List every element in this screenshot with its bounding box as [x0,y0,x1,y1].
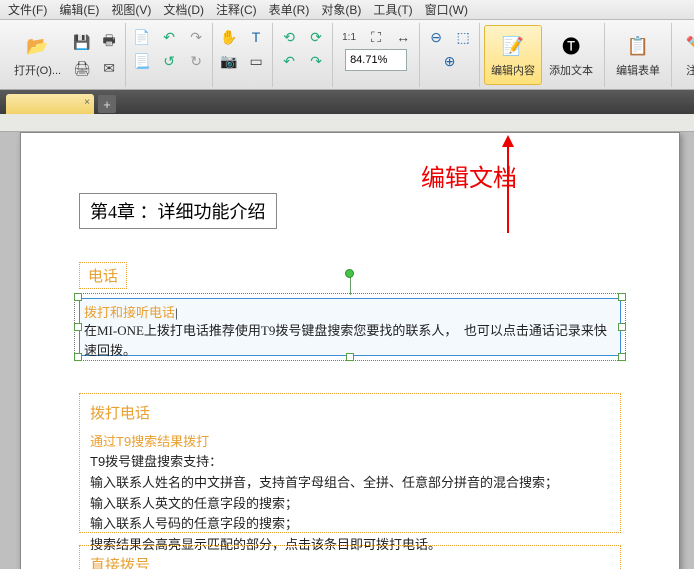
chapter-title[interactable]: 第4章 ：详细功能介绍 [79,193,277,229]
resize-handle[interactable] [618,323,626,331]
selected-text-title[interactable]: 拨打和接听电话 [80,299,620,321]
info-box-1[interactable]: 拨打电话 通过T9搜索结果拨打 T9拨号键盘搜索支持： 输入联系人姓名的中文拼音… [79,393,621,533]
page-icon[interactable]: 📃 [130,49,154,73]
edit-form-button[interactable]: 📋 编辑表单 [609,25,667,85]
menu-form[interactable]: 表单(R) [269,1,310,18]
hand-icon[interactable]: ✋ [217,25,241,49]
redo-icon[interactable]: ↷ [184,25,208,49]
menu-comment[interactable]: 注释(C) [216,1,257,18]
box-line: 输入联系人号码的任意字段的搜索； [90,514,610,535]
zoom-out-icon[interactable]: ⊖ [424,25,448,49]
menu-tool[interactable]: 工具(T) [373,1,412,18]
print-icon[interactable]: 🖶 [97,30,121,54]
add-text-icon: 🅣 [557,32,585,60]
box-title: 直接拨号 [90,554,610,569]
annotate-icon: ✏️ [683,32,694,60]
menu-edit[interactable]: 编辑(E) [59,1,99,18]
rotate-line [350,277,351,295]
page[interactable]: 第4章 ：详细功能介绍 电话 拨打和接听电话 在MI-ONE上拨打电话推荐使用T… [20,132,680,569]
add-text-button[interactable]: 🅣 添加文本 [542,25,600,85]
phone-label[interactable]: 电话 [79,262,127,289]
resize-handle[interactable] [618,293,626,301]
fit-page-icon[interactable]: ⛶ [364,25,388,49]
menu-view[interactable]: 视图(V) [111,1,151,18]
ruler [0,114,694,132]
rotate-handle[interactable] [345,269,354,278]
save-icon[interactable]: 💾 [70,30,94,54]
box-subtitle: 通过T9搜索结果拨打 [90,431,610,450]
menu-doc[interactable]: 文档(D) [163,1,204,18]
add-tab-button[interactable]: + [98,95,116,113]
toolbar: 📂 打开(O)... 💾 🖶 🖨 ✉ 📄 ↶ ↷ 📃 ↺ ↻ ✋ [0,20,694,90]
menu-file[interactable]: 文件(F) [8,1,47,18]
zoom-input[interactable] [345,49,407,71]
box-title: 拨打电话 [90,402,610,423]
printer-icon[interactable]: 🖨 [70,56,94,80]
open-button[interactable]: 📂 打开(O)... [7,25,68,85]
resize-handle[interactable] [74,293,82,301]
menu-window[interactable]: 窗口(W) [425,1,468,18]
menubar: 文件(F) 编辑(E) 视图(V) 文档(D) 注释(C) 表单(R) 对象(B… [0,0,694,20]
fit-width-icon[interactable]: ↔ [391,25,415,49]
actual-size-icon[interactable]: 1:1 [337,25,361,49]
info-box-2[interactable]: 直接拨号 拨号：直接输入号码后，按"呼叫"按钮拨出电话 [79,545,621,569]
text-select-icon[interactable]: T [244,25,268,49]
email-icon[interactable]: ✉ [97,56,121,80]
close-tab-icon[interactable]: × [84,97,90,108]
box-line: T9拨号键盘搜索支持： [90,452,610,473]
edit-content-icon: 📝 [499,32,527,60]
undo-icon[interactable]: ↶ [157,25,181,49]
document-tab[interactable]: × [6,94,94,114]
edit-form-icon: 📋 [624,32,652,60]
redo2-icon[interactable]: ↻ [184,49,208,73]
rotate-cw2-icon[interactable]: ↷ [304,49,328,73]
menu-object[interactable]: 对象(B) [321,1,361,18]
annotate-button[interactable]: ✏️ 注释 [676,25,694,85]
resize-handle[interactable] [346,353,354,361]
rotate-ccw2-icon[interactable]: ↶ [277,49,301,73]
rotate-ccw-icon[interactable]: ⟲ [277,25,301,49]
box-line: 输入联系人姓名的中文拼音，支持首字母组合、全拼、任意部分拼音的混合搜索； [90,473,610,494]
annotation-label: 编辑文档 [421,158,517,193]
folder-open-icon: 📂 [24,32,52,60]
select-icon[interactable]: ▭ [244,49,268,73]
tabbar: × + [0,90,694,114]
undo2-icon[interactable]: ↺ [157,49,181,73]
edit-content-button[interactable]: 📝 编辑内容 [484,25,542,85]
workspace: 第4章 ：详细功能介绍 电话 拨打和接听电话 在MI-ONE上拨打电话推荐使用T… [0,132,694,569]
box-line: 输入联系人英文的任意字段的搜索； [90,494,610,515]
resize-handle[interactable] [74,353,82,361]
resize-handle[interactable] [74,323,82,331]
selected-text-block[interactable]: 拨打和接听电话 在MI-ONE上拨打电话推荐使用T9拨号键盘搜索您要找的联系人，… [79,298,621,356]
resize-handle[interactable] [618,353,626,361]
zoom-in-icon[interactable]: ⊕ [438,49,462,73]
marquee-zoom-icon[interactable]: ⬚ [451,25,475,49]
camera-icon[interactable]: 📷 [217,49,241,73]
rotate-cw-icon[interactable]: ⟳ [304,25,328,49]
scan-icon[interactable]: 📄 [130,25,154,49]
